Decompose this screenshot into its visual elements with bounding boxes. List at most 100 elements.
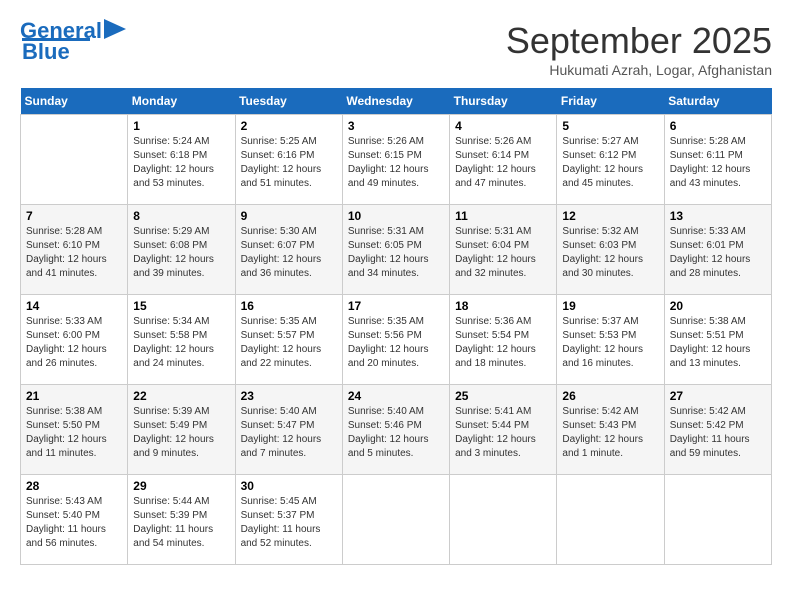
day-info: Sunrise: 5:42 AMSunset: 5:43 PMDaylight:… <box>562 405 658 461</box>
logo-arrow-icon <box>104 19 126 39</box>
sunset-text: Sunset: 6:03 PM <box>562 239 658 253</box>
sunset-text: Sunset: 6:10 PM <box>26 239 122 253</box>
logo-blue: Blue <box>22 39 70 65</box>
day-info: Sunrise: 5:26 AMSunset: 6:15 PMDaylight:… <box>348 135 444 191</box>
calendar-cell <box>21 115 128 205</box>
sunset-text: Sunset: 5:47 PM <box>241 419 337 433</box>
sunset-text: Sunset: 6:18 PM <box>133 149 229 163</box>
daylight-text: Daylight: 12 hours <box>562 343 658 357</box>
sunrise-text: Sunrise: 5:37 AM <box>562 315 658 329</box>
daylight-minutes: and 30 minutes. <box>562 267 658 281</box>
day-info: Sunrise: 5:29 AMSunset: 6:08 PMDaylight:… <box>133 225 229 281</box>
calendar-cell <box>557 475 664 565</box>
sunrise-text: Sunrise: 5:28 AM <box>26 225 122 239</box>
sunset-text: Sunset: 5:58 PM <box>133 329 229 343</box>
sunrise-text: Sunrise: 5:24 AM <box>133 135 229 149</box>
daylight-text: Daylight: 11 hours <box>26 523 122 537</box>
daylight-minutes: and 59 minutes. <box>670 447 766 461</box>
daylight-minutes: and 36 minutes. <box>241 267 337 281</box>
daylight-text: Daylight: 12 hours <box>26 433 122 447</box>
calendar-cell: 24Sunrise: 5:40 AMSunset: 5:46 PMDayligh… <box>342 385 449 475</box>
daylight-text: Daylight: 12 hours <box>241 433 337 447</box>
location: Hukumati Azrah, Logar, Afghanistan <box>506 62 772 78</box>
sunrise-text: Sunrise: 5:38 AM <box>670 315 766 329</box>
sunset-text: Sunset: 5:57 PM <box>241 329 337 343</box>
day-number: 18 <box>455 299 551 313</box>
daylight-minutes: and 18 minutes. <box>455 357 551 371</box>
daylight-minutes: and 41 minutes. <box>26 267 122 281</box>
day-info: Sunrise: 5:24 AMSunset: 6:18 PMDaylight:… <box>133 135 229 191</box>
day-info: Sunrise: 5:33 AMSunset: 6:01 PMDaylight:… <box>670 225 766 281</box>
daylight-text: Daylight: 12 hours <box>455 253 551 267</box>
day-number: 19 <box>562 299 658 313</box>
calendar-cell: 15Sunrise: 5:34 AMSunset: 5:58 PMDayligh… <box>128 295 235 385</box>
calendar-cell: 2Sunrise: 5:25 AMSunset: 6:16 PMDaylight… <box>235 115 342 205</box>
calendar-cell: 18 Sunrise: 5:36 AMSunset: 5:54 PMDayligh… <box>450 295 557 385</box>
daylight-minutes: and 49 minutes. <box>348 177 444 191</box>
day-number: 7 <box>26 209 122 223</box>
week-row-1: 1Sunrise: 5:24 AMSunset: 6:18 PMDaylight… <box>21 115 772 205</box>
sunrise-text: Sunrise: 5:42 AM <box>562 405 658 419</box>
sunrise-text: Sunrise: 5:31 AM <box>348 225 444 239</box>
daylight-text: Daylight: 11 hours <box>133 523 229 537</box>
sunrise-text: Sunrise: 5:40 AM <box>241 405 337 419</box>
sunset-text: Sunset: 5:53 PM <box>562 329 658 343</box>
day-number: 23 <box>241 389 337 403</box>
sunrise-text: Sunrise: 5:33 AM <box>670 225 766 239</box>
sunrise-text: Sunrise: 5:40 AM <box>348 405 444 419</box>
daylight-minutes: and 52 minutes. <box>241 537 337 551</box>
calendar-cell: 7Sunrise: 5:28 AMSunset: 6:10 PMDaylight… <box>21 205 128 295</box>
sunrise-text: Sunrise: 5:35 AM <box>241 315 337 329</box>
daylight-text: Daylight: 11 hours <box>241 523 337 537</box>
day-header-monday: Monday <box>128 88 235 115</box>
day-info: Sunrise: 5:27 AMSunset: 6:12 PMDaylight:… <box>562 135 658 191</box>
day-number: 20 <box>670 299 766 313</box>
calendar-cell: 30Sunrise: 5:45 AMSunset: 5:37 PMDayligh… <box>235 475 342 565</box>
calendar-cell: 12Sunrise: 5:32 AMSunset: 6:03 PMDayligh… <box>557 205 664 295</box>
day-info: Sunrise: 5:37 AMSunset: 5:53 PMDaylight:… <box>562 315 658 371</box>
day-number: 30 <box>241 479 337 493</box>
day-info: Sunrise: 5:43 AMSunset: 5:40 PMDaylight:… <box>26 495 122 551</box>
sunset-text: Sunset: 6:14 PM <box>455 149 551 163</box>
daylight-minutes: and 13 minutes. <box>670 357 766 371</box>
calendar-cell <box>342 475 449 565</box>
day-info: Sunrise: 5:35 AMSunset: 5:57 PMDaylight:… <box>241 315 337 371</box>
calendar-cell: 11Sunrise: 5:31 AMSunset: 6:04 PMDayligh… <box>450 205 557 295</box>
day-number: 16 <box>241 299 337 313</box>
daylight-text: Daylight: 11 hours <box>670 433 766 447</box>
daylight-text: Daylight: 12 hours <box>348 163 444 177</box>
day-number: 12 <box>562 209 658 223</box>
daylight-text: Daylight: 12 hours <box>241 253 337 267</box>
sunrise-text: Sunrise: 5:44 AM <box>133 495 229 509</box>
calendar-cell: 8Sunrise: 5:29 AMSunset: 6:08 PMDaylight… <box>128 205 235 295</box>
day-info: Sunrise: 5:36 AMSunset: 5:54 PMDaylight:… <box>455 315 551 371</box>
logo: General Blue <box>20 20 126 65</box>
daylight-text: Daylight: 12 hours <box>133 433 229 447</box>
sunrise-text: Sunrise: 5:43 AM <box>26 495 122 509</box>
daylight-text: Daylight: 12 hours <box>670 253 766 267</box>
sunset-text: Sunset: 5:44 PM <box>455 419 551 433</box>
sunrise-text: Sunrise: 5:26 AM <box>455 135 551 149</box>
daylight-minutes: and 28 minutes. <box>670 267 766 281</box>
daylight-text: Daylight: 12 hours <box>562 433 658 447</box>
day-number: 17 <box>348 299 444 313</box>
day-header-friday: Friday <box>557 88 664 115</box>
calendar-cell: 1Sunrise: 5:24 AMSunset: 6:18 PMDaylight… <box>128 115 235 205</box>
daylight-minutes: and 32 minutes. <box>455 267 551 281</box>
sunset-text: Sunset: 5:39 PM <box>133 509 229 523</box>
day-number: 4 <box>455 119 551 133</box>
day-info: Sunrise: 5:39 AMSunset: 5:49 PMDaylight:… <box>133 405 229 461</box>
day-number: 10 <box>348 209 444 223</box>
sunset-text: Sunset: 6:01 PM <box>670 239 766 253</box>
week-row-4: 21Sunrise: 5:38 AMSunset: 5:50 PMDayligh… <box>21 385 772 475</box>
day-number: 5 <box>562 119 658 133</box>
daylight-text: Daylight: 12 hours <box>133 343 229 357</box>
sunset-text: Sunset: 5:40 PM <box>26 509 122 523</box>
sunset-text: Sunset: 5:42 PM <box>670 419 766 433</box>
day-info: Sunrise: 5:28 AMSunset: 6:11 PMDaylight:… <box>670 135 766 191</box>
daylight-minutes: and 11 minutes. <box>26 447 122 461</box>
day-number: 14 <box>26 299 122 313</box>
day-number: 29 <box>133 479 229 493</box>
day-header-tuesday: Tuesday <box>235 88 342 115</box>
sunset-text: Sunset: 5:56 PM <box>348 329 444 343</box>
